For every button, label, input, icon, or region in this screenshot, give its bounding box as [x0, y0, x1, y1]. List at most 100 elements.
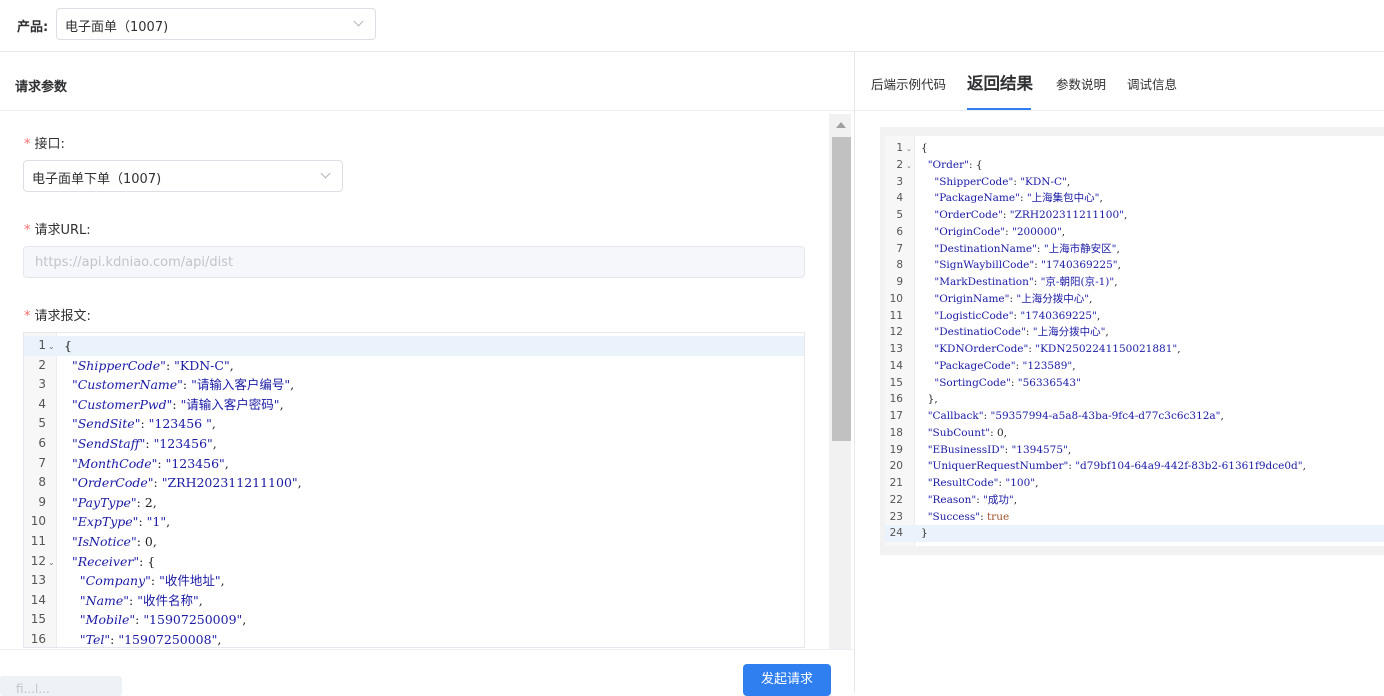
code-line: 12 ⌄ "Receiver": {: [24, 552, 804, 572]
chevron-down-icon: [320, 168, 331, 179]
fold-arrow-icon[interactable]: ⌄: [906, 158, 912, 175]
line-number: 6: [896, 225, 903, 238]
code-text: "Mobile": "15907250009",: [79, 612, 247, 628]
code-line: 21 "ResultCode": "100",: [885, 475, 1384, 492]
line-number: 8: [38, 475, 46, 490]
url-input[interactable]: https://api.kdniao.com/api/dist: [23, 246, 805, 278]
code-text: "UniquerRequestNumber": "d79bf104-64a9-4…: [927, 460, 1306, 473]
code-line: 11 "LogisticCode": "1740369225",: [885, 308, 1384, 325]
code-text: "SendSite": "123456 ",: [71, 416, 216, 432]
code-line: 19 "EBusinessID": "1394575",: [885, 442, 1384, 459]
tab-debug-info[interactable]: 调试信息: [1127, 74, 1177, 93]
code-text: "ExpType": "1",: [71, 514, 171, 530]
code-text: "DestinationName": "上海市静安区",: [934, 242, 1120, 255]
code-line: 2 ⌄ "Order": {: [885, 157, 1384, 174]
line-number: 3: [896, 175, 903, 188]
line-number: 19: [889, 443, 903, 456]
code-text: "LogisticCode": "1740369225",: [934, 309, 1101, 322]
code-text: "SendStaff": "123456",: [71, 436, 217, 451]
code-text: "Order": {: [927, 158, 983, 171]
interface-label: * 接口:: [24, 137, 65, 152]
line-number: 2: [38, 357, 46, 372]
tab-response-result[interactable]: 返回结果: [967, 70, 1033, 94]
line-number: 4: [38, 396, 46, 411]
editor-scrollbar-thumb[interactable]: [832, 137, 851, 441]
product-bar: 产品: 电子面单（1007): [0, 0, 1384, 52]
code-text: "OrderCode": "ZRH202311211100",: [934, 209, 1128, 221]
code-line: 10 "ExpType": "1",: [24, 512, 804, 532]
code-line: 7 "DestinationName": "上海市静安区",: [885, 241, 1384, 258]
code-text: "OriginCode": "200000",: [934, 225, 1066, 238]
scroll-up-arrow-icon[interactable]: [836, 122, 846, 128]
code-line: 1 ⌄ {: [885, 140, 1384, 157]
code-line: 14 "Name": "收件名称",: [24, 591, 804, 611]
code-text: "DestinatioCode": "上海分拨中心",: [934, 326, 1109, 339]
fold-arrow-icon[interactable]: ⌄: [48, 337, 55, 357]
line-number: 6: [38, 436, 46, 450]
code-text: "Name": "收件名称",: [79, 592, 203, 608]
code-line: 22 "Reason": "成功",: [885, 492, 1384, 509]
code-text: "Callback": "59357994-a5a8-43ba-9fc4-d77…: [927, 410, 1224, 422]
interface-select[interactable]: 电子面单下单（1007): [23, 160, 343, 192]
code-line: 20 "UniquerRequestNumber": "d79bf104-64a…: [885, 458, 1384, 475]
response-editor[interactable]: 1 ⌄{2 ⌄ "Order": {3 "ShipperCode": "KDN-C"…: [885, 136, 1384, 546]
find-input[interactable]: fi...l...: [0, 676, 122, 696]
code-text: "MarkDestination": "京-朝阳(京-1)",: [934, 276, 1118, 288]
code-text: "Success": true: [927, 510, 1010, 523]
code-line: 8 "OrderCode": "ZRH202311211100",: [24, 473, 804, 493]
code-line: 7 "MonthCode": "123456",: [24, 454, 804, 474]
line-number: 1: [38, 338, 46, 352]
code-line: 15 "Mobile": "15907250009",: [24, 610, 804, 630]
code-text: "SignWaybillCode": "1740369225",: [934, 259, 1121, 272]
code-text: {: [921, 142, 928, 154]
code-text: "KDNOrderCode": "KDN2502241150021881",: [934, 343, 1181, 355]
code-line: 3 "ShipperCode": "KDN-C",: [885, 174, 1384, 191]
code-text: },: [921, 393, 938, 406]
product-label: 产品:: [17, 20, 49, 35]
code-line: 13 "KDNOrderCode": "KDN2502241150021881"…: [885, 341, 1384, 358]
code-line: 13 "Company": "收件地址",: [24, 571, 804, 591]
fold-arrow-icon[interactable]: ⌄: [48, 553, 55, 573]
code-line: 10 "OriginName": "上海分拨中心",: [885, 291, 1384, 308]
line-number: 8: [896, 259, 903, 272]
code-text: "IsNotice": 0,: [71, 534, 157, 549]
chevron-down-icon: [353, 16, 364, 27]
code-line: 12 "DestinatioCode": "上海分拨中心",: [885, 324, 1384, 341]
tab-param-description[interactable]: 参数说明: [1056, 74, 1106, 93]
code-text: {: [64, 338, 72, 353]
divider: [0, 649, 853, 650]
product-select-value: 电子面单（1007): [65, 20, 169, 35]
code-text: "PackageCode": "123589",: [934, 359, 1076, 372]
code-line: 8 "SignWaybillCode": "1740369225",: [885, 257, 1384, 274]
code-line: 9 "MarkDestination": "京-朝阳(京-1)",: [885, 274, 1384, 291]
line-number: 5: [38, 416, 46, 431]
line-number: 7: [896, 242, 903, 255]
code-line: 17 "Callback": "59357994-a5a8-43ba-9fc4-…: [885, 408, 1384, 425]
line-number: 15: [30, 612, 46, 627]
submit-request-button[interactable]: 发起请求: [743, 664, 831, 696]
code-line: 16 "Tel": "15907250008",: [24, 630, 804, 647]
fold-arrow-icon[interactable]: ⌄: [906, 141, 912, 158]
line-number: 13: [889, 343, 903, 355]
line-number: 5: [896, 209, 903, 221]
line-number: 14: [889, 359, 903, 372]
code-text: "Tel": "15907250008",: [79, 632, 222, 647]
code-text: "SubCount": 0,: [927, 426, 1008, 439]
code-text: "Company": "收件地址",: [79, 573, 225, 589]
tab-backend-sample-code[interactable]: 后端示例代码: [871, 74, 946, 93]
line-number: 9: [896, 276, 903, 288]
code-line: 6 "OriginCode": "200000",: [885, 224, 1384, 241]
divider: [855, 110, 1384, 111]
product-select[interactable]: 电子面单（1007): [56, 8, 376, 40]
url-input-placeholder: https://api.kdniao.com/api/dist: [35, 255, 234, 270]
interface-select-value: 电子面单下单（1007): [32, 172, 162, 187]
line-number: 10: [30, 514, 46, 529]
code-line: 1 ⌄ {: [24, 336, 804, 356]
line-number: 11: [889, 309, 903, 322]
code-line: 4 "PackageName": "上海集包中心",: [885, 190, 1384, 207]
request-body-editor[interactable]: 1 ⌄{2 "ShipperCode": "KDN-C", 3 "CustomerN…: [23, 332, 805, 648]
line-number: 12: [889, 326, 903, 339]
code-line: 5 "OrderCode": "ZRH202311211100",: [885, 207, 1384, 224]
line-number: 15: [889, 376, 903, 389]
line-number: 23: [889, 510, 903, 523]
